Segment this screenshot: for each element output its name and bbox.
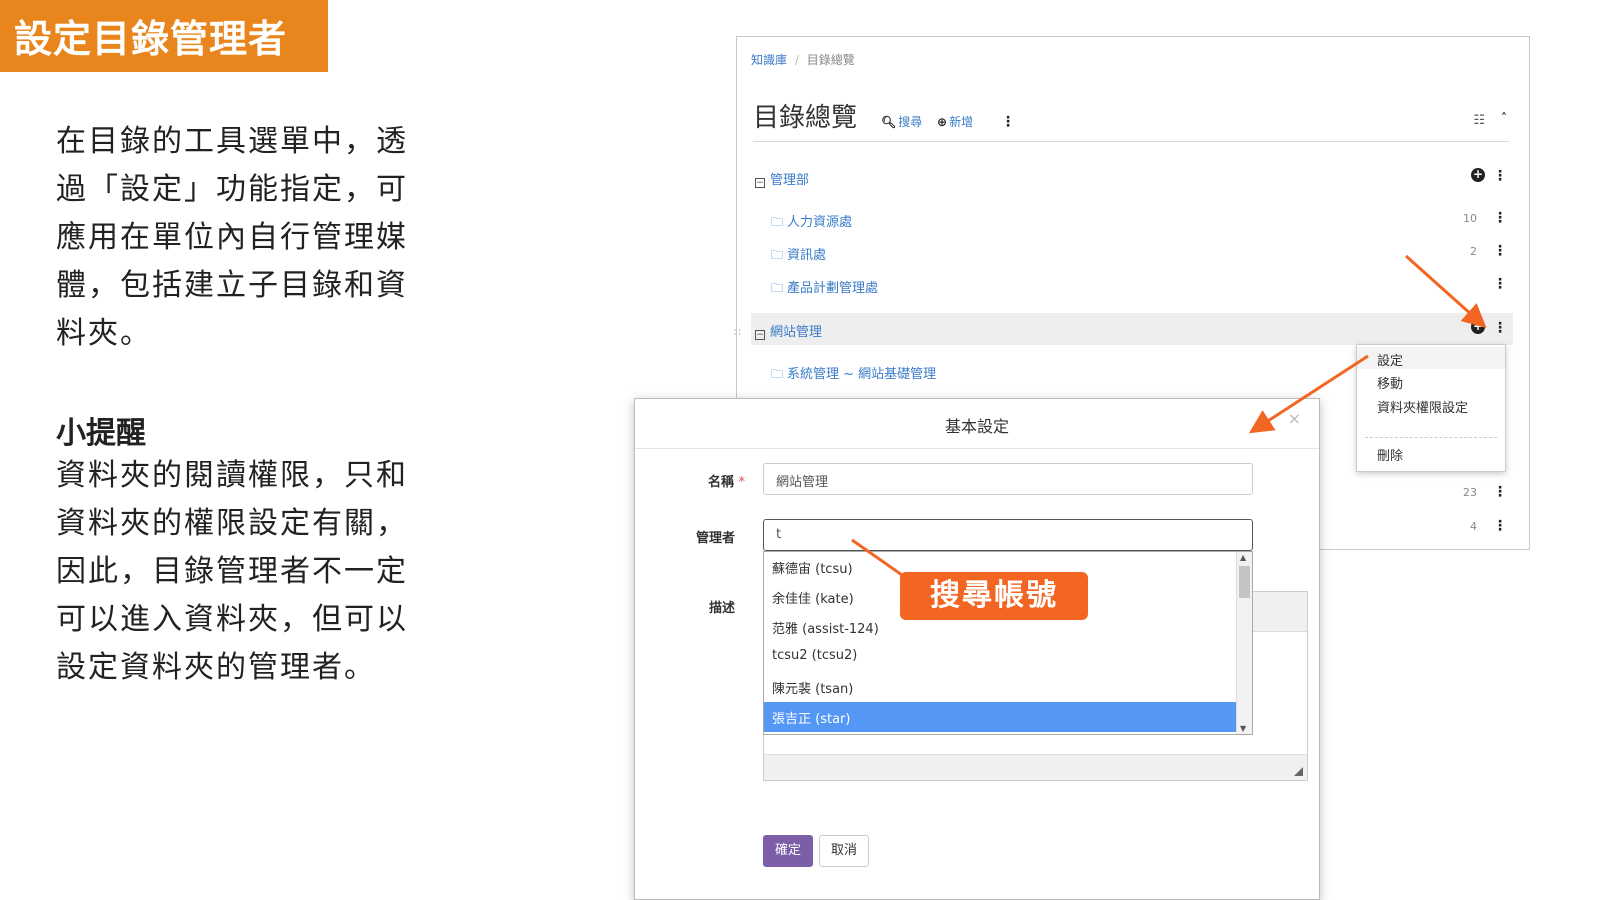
name-field[interactable]: 網站管理 xyxy=(763,463,1253,495)
confirm-button[interactable]: 確定 xyxy=(763,835,813,867)
menu-item-delete[interactable]: 刪除 xyxy=(1377,445,1403,464)
scrollbar-thumb[interactable] xyxy=(1239,566,1250,598)
tree-folder-label[interactable]: 人力資源處 xyxy=(787,215,852,230)
shared-folder-icon: 🗀︎ xyxy=(771,215,784,229)
name-label-text: 名稱 xyxy=(707,475,734,490)
manager-field[interactable]: t xyxy=(763,519,1253,551)
tree-folder-label[interactable]: 系統管理 ~ 網站基礎管理 xyxy=(787,367,936,382)
intro-paragraph: 在目錄的工具選單中，透過「設定」功能指定，可應用在單位內自行管理媒體，包括建立子… xyxy=(56,124,408,351)
suggestion-item[interactable]: 陳元裴 (tsan) xyxy=(764,672,1236,702)
tip-paragraph: 資料夾的閱讀權限，只和資料夾的權限設定有關，因此，目錄管理者不一定可以進入資料夾… xyxy=(56,458,408,685)
breadcrumb: 知識庫 / 目錄總覽 xyxy=(751,51,855,68)
item-count: 23 xyxy=(1463,486,1477,499)
collapse-icon[interactable]: ˄ xyxy=(1501,111,1507,125)
plus-circle-icon: ⊕ xyxy=(937,115,948,129)
description-label: 描述 xyxy=(708,601,735,616)
shared-folder-icon: 🗀︎ xyxy=(771,281,784,295)
row-more-icon[interactable]: ⋮ xyxy=(1493,243,1507,259)
basic-settings-dialog: 基本設定 × 名稱 * 網站管理 管理者 t 描述 蘇德宙 (tcsu) 余佳佳… xyxy=(634,398,1320,900)
scroll-down-icon[interactable]: ▼ xyxy=(1240,724,1246,733)
resize-grip-icon[interactable] xyxy=(1294,767,1303,776)
tip-heading: 小提醒 xyxy=(56,416,146,451)
suggestions-scrollbar[interactable]: ▲ ▼ xyxy=(1236,552,1252,734)
slide-title: 設定目錄管理者 xyxy=(14,17,288,61)
row-more-icon[interactable]: ⋮ xyxy=(1493,484,1507,500)
add-child-icon[interactable]: + xyxy=(1471,168,1485,182)
page-title: 目錄總覽 xyxy=(753,103,858,133)
suggestion-item[interactable]: tcsu2 (tcsu2) xyxy=(764,642,1236,672)
scroll-up-icon[interactable]: ▲ xyxy=(1240,553,1246,562)
context-menu: 設定 移動 資料夾權限設定 刪除 xyxy=(1356,344,1506,472)
drag-handle-icon[interactable]: ∷ xyxy=(734,326,741,339)
row-more-icon[interactable]: ⋮ xyxy=(1493,210,1507,226)
required-mark: * xyxy=(738,475,746,490)
suggestion-item-selected[interactable]: 張吉正 (star) xyxy=(764,702,1236,732)
add-button[interactable]: ⊕ 新增 xyxy=(937,113,973,130)
breadcrumb-separator: / xyxy=(794,53,799,67)
menu-divider xyxy=(1365,437,1497,438)
add-label: 新增 xyxy=(949,115,974,129)
search-account-callout: 搜尋帳號 xyxy=(900,572,1088,620)
shared-folder-icon: 🗀︎ xyxy=(771,248,784,262)
breadcrumb-root-link[interactable]: 知識庫 xyxy=(751,53,787,67)
manager-label: 管理者 xyxy=(695,531,735,546)
tree-folder-row[interactable]: 🗀︎ 人力資源處 10 ⋮ xyxy=(751,203,1513,235)
cancel-button[interactable]: 取消 xyxy=(819,835,869,867)
item-count: 4 xyxy=(1470,520,1477,533)
hierarchy-icon[interactable]: ☷ xyxy=(1473,113,1485,128)
tree-group-label[interactable]: 管理部 xyxy=(770,173,809,188)
slide-title-banner: 設定目錄管理者 xyxy=(0,0,328,72)
menu-item-settings[interactable]: 設定 xyxy=(1357,347,1505,369)
row-more-icon[interactable]: ⋮ xyxy=(1493,276,1507,292)
folder-icon: 🗀︎ xyxy=(771,367,784,381)
close-icon[interactable]: × xyxy=(1288,409,1301,428)
tree-folder-label[interactable]: 產品計劃管理處 xyxy=(787,281,878,296)
collapse-square-icon[interactable]: − xyxy=(755,178,765,188)
dialog-header-divider xyxy=(635,448,1319,449)
tree-group-row-active[interactable]: − 網站管理 + ⋮ xyxy=(751,313,1513,345)
row-more-icon[interactable]: ⋮ xyxy=(1493,518,1507,534)
add-child-icon[interactable]: + xyxy=(1471,320,1485,334)
item-count: 2 xyxy=(1470,245,1477,258)
tree-group-row[interactable]: − 管理部 + ⋮ xyxy=(751,161,1513,193)
row-more-icon[interactable]: ⋮ xyxy=(1493,168,1507,184)
menu-item-move[interactable]: 移動 xyxy=(1377,373,1403,392)
search-icon: 🔍︎ xyxy=(881,115,897,129)
item-count: 10 xyxy=(1463,212,1477,225)
tree-folder-row[interactable]: 🗀︎ 資訊處 2 ⋮ xyxy=(751,236,1513,268)
search-button[interactable]: 🔍︎ 搜尋 xyxy=(881,113,922,130)
tree-folder-row[interactable]: 🗀︎ 產品計劃管理處 ⋮ xyxy=(751,269,1513,301)
tree-folder-label[interactable]: 資訊處 xyxy=(787,248,826,263)
tree-group-label[interactable]: 網站管理 xyxy=(770,325,822,340)
dialog-title: 基本設定 xyxy=(944,417,1009,436)
divider xyxy=(753,141,1509,142)
name-label: 名稱 * xyxy=(645,471,745,490)
toolbar-more-icon[interactable]: ⋮ xyxy=(1001,115,1015,129)
collapse-square-icon[interactable]: − xyxy=(755,330,765,340)
breadcrumb-current: 目錄總覽 xyxy=(806,53,855,67)
editor-footer xyxy=(764,754,1307,780)
search-label: 搜尋 xyxy=(898,115,923,129)
menu-item-folder-permissions[interactable]: 資料夾權限設定 xyxy=(1377,397,1468,416)
row-more-icon[interactable]: ⋮ xyxy=(1493,320,1507,336)
